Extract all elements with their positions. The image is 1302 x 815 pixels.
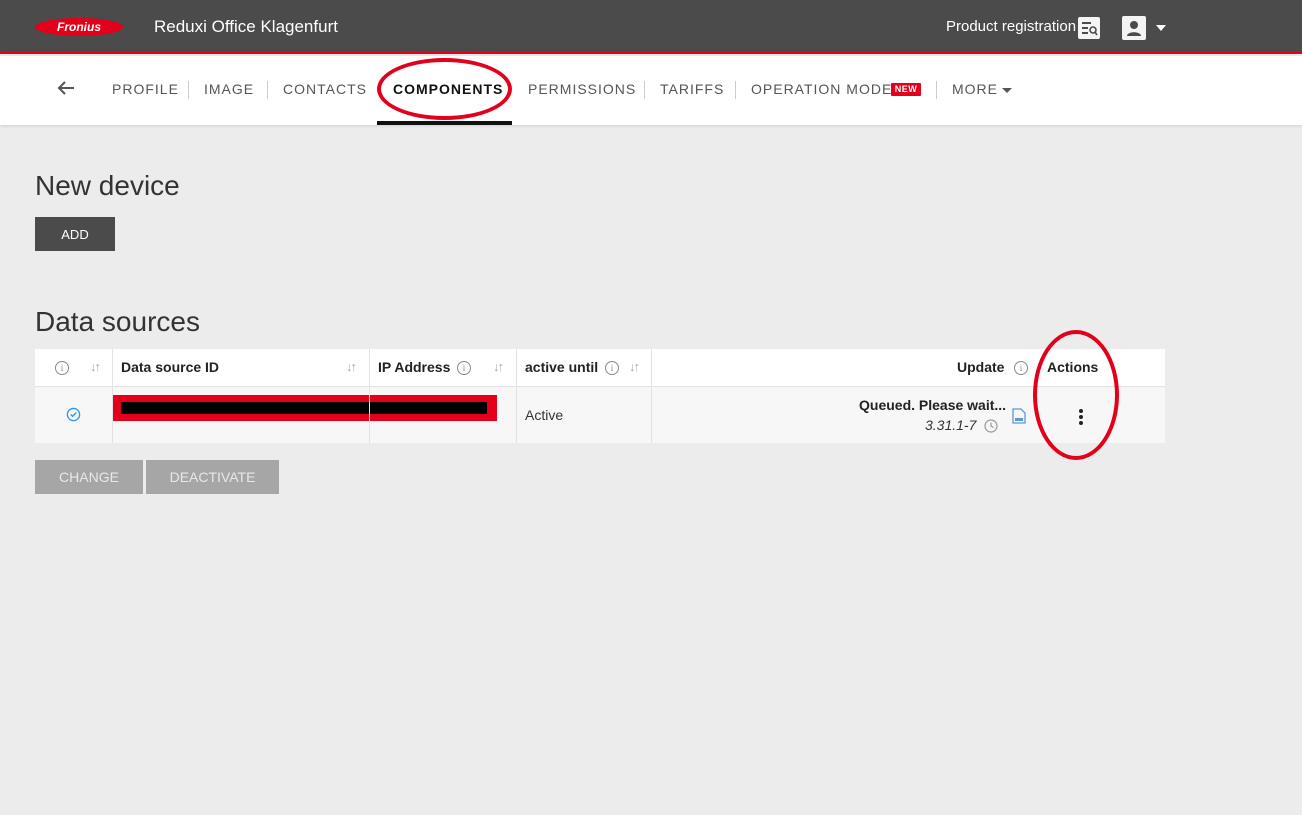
- sort-icon[interactable]: ↓↑: [629, 359, 640, 374]
- column-divider: [112, 349, 113, 443]
- tab-divider: [267, 81, 268, 99]
- redaction-bar: [121, 402, 487, 414]
- info-icon[interactable]: i: [1014, 361, 1028, 375]
- update-status: Queued. Please wait...: [859, 397, 1007, 413]
- sort-icon[interactable]: ↓↑: [90, 359, 101, 374]
- column-header-active-until[interactable]: active until: [525, 359, 598, 375]
- svg-text:Fronius: Fronius: [57, 20, 101, 34]
- check-circle-icon[interactable]: [66, 407, 81, 422]
- add-device-button[interactable]: ADD: [35, 217, 115, 251]
- tab-operation-mode[interactable]: OPERATION MODE: [751, 81, 892, 97]
- tab-image[interactable]: IMAGE: [204, 81, 254, 97]
- account-icon[interactable]: [1122, 16, 1146, 40]
- column-header-ip-address[interactable]: IP Address: [378, 359, 450, 375]
- sort-icon[interactable]: ↓↑: [493, 359, 504, 374]
- annotation-circle-components: [377, 58, 512, 120]
- top-bar: Fronius Reduxi Office Klagenfurt Product…: [0, 0, 1302, 54]
- annotation-circle-actions: [1033, 330, 1119, 460]
- tab-divider: [936, 81, 937, 99]
- clock-icon: [984, 419, 998, 433]
- new-device-heading: New device: [35, 170, 180, 201]
- product-registration-link[interactable]: Product registration: [946, 18, 1076, 35]
- chevron-down-icon[interactable]: [1002, 88, 1012, 93]
- info-icon[interactable]: i: [55, 361, 69, 375]
- registration-card-icon[interactable]: [1078, 17, 1100, 39]
- file-icon[interactable]: [1012, 408, 1026, 424]
- column-divider: [651, 349, 652, 443]
- account-caret-icon[interactable]: [1156, 25, 1166, 31]
- active-tab-indicator: [377, 121, 512, 125]
- data-sources-heading: Data sources: [35, 306, 200, 337]
- firmware-version: 3.31.1-7: [925, 417, 977, 433]
- tab-divider: [188, 81, 189, 99]
- info-icon[interactable]: i: [457, 361, 471, 375]
- tab-contacts[interactable]: CONTACTS: [283, 81, 367, 97]
- tab-profile[interactable]: PROFILE: [112, 81, 179, 97]
- tab-more[interactable]: MORE: [952, 81, 998, 97]
- change-button[interactable]: CHANGE: [35, 460, 143, 494]
- column-header-update: Update: [957, 359, 1005, 375]
- column-header-data-source-id[interactable]: Data source ID: [121, 359, 219, 375]
- tab-divider: [644, 81, 645, 99]
- deactivate-button[interactable]: DEACTIVATE: [146, 460, 279, 494]
- site-title: Reduxi Office Klagenfurt: [154, 17, 338, 36]
- column-divider: [369, 349, 370, 443]
- info-icon[interactable]: i: [605, 361, 619, 375]
- sort-icon[interactable]: ↓↑: [346, 359, 357, 374]
- table-header: i ↓↑ Data source ID ↓↑ IP Address i ↓↑ a…: [35, 349, 1165, 387]
- table-row[interactable]: Active Queued. Please wait... 3.31.1-7: [35, 387, 1165, 443]
- tab-divider: [735, 81, 736, 99]
- data-sources-table: i ↓↑ Data source ID ↓↑ IP Address i ↓↑ a…: [35, 349, 1165, 444]
- redacted-id-ip: [113, 395, 497, 421]
- active-until-value: Active: [525, 407, 564, 423]
- tab-bar: PROFILE IMAGE CONTACTS COMPONENTS PERMIS…: [0, 56, 1302, 125]
- tab-permissions[interactable]: PERMISSIONS: [528, 81, 636, 97]
- column-divider: [516, 349, 517, 443]
- fronius-logo[interactable]: Fronius: [34, 17, 124, 37]
- arrow-left-icon[interactable]: [54, 76, 78, 100]
- new-badge: NEW: [891, 83, 921, 96]
- tab-tariffs[interactable]: TARIFFS: [660, 81, 724, 97]
